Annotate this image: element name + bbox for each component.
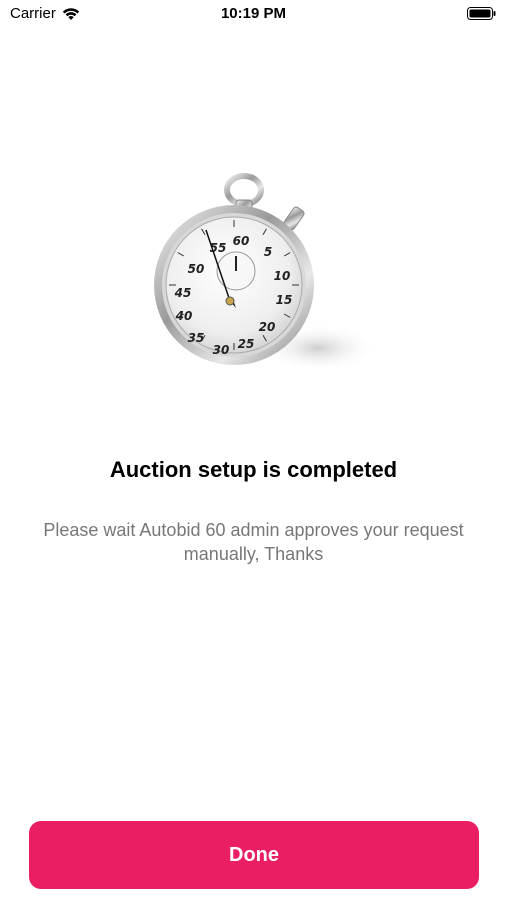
approval-message: Please wait Autobid 60 admin approves yo… <box>43 520 464 564</box>
dial-number: 20 <box>259 320 276 334</box>
done-button[interactable]: Done <box>29 821 479 889</box>
dial-number: 30 <box>213 343 230 357</box>
dial-number: 45 <box>174 286 192 300</box>
battery-icon <box>467 7 496 20</box>
status-time: 10:19 PM <box>220 5 287 22</box>
status-bar: Carrier 10:19 PM <box>0 0 507 30</box>
dial-number: 25 <box>238 337 255 351</box>
dial-number: 15 <box>276 293 293 307</box>
stopwatch-icon: 60 5 10 15 20 25 30 35 40 45 50 55 <box>154 173 376 372</box>
dial-number: 60 <box>233 234 250 248</box>
dial-number: 50 <box>188 262 205 276</box>
dial-number: 5 <box>264 245 272 259</box>
dial-number: 35 <box>188 331 205 345</box>
dial-number: 40 <box>175 309 193 323</box>
dial-number: 10 <box>274 269 291 283</box>
page-title: Auction setup is completed <box>109 457 398 482</box>
